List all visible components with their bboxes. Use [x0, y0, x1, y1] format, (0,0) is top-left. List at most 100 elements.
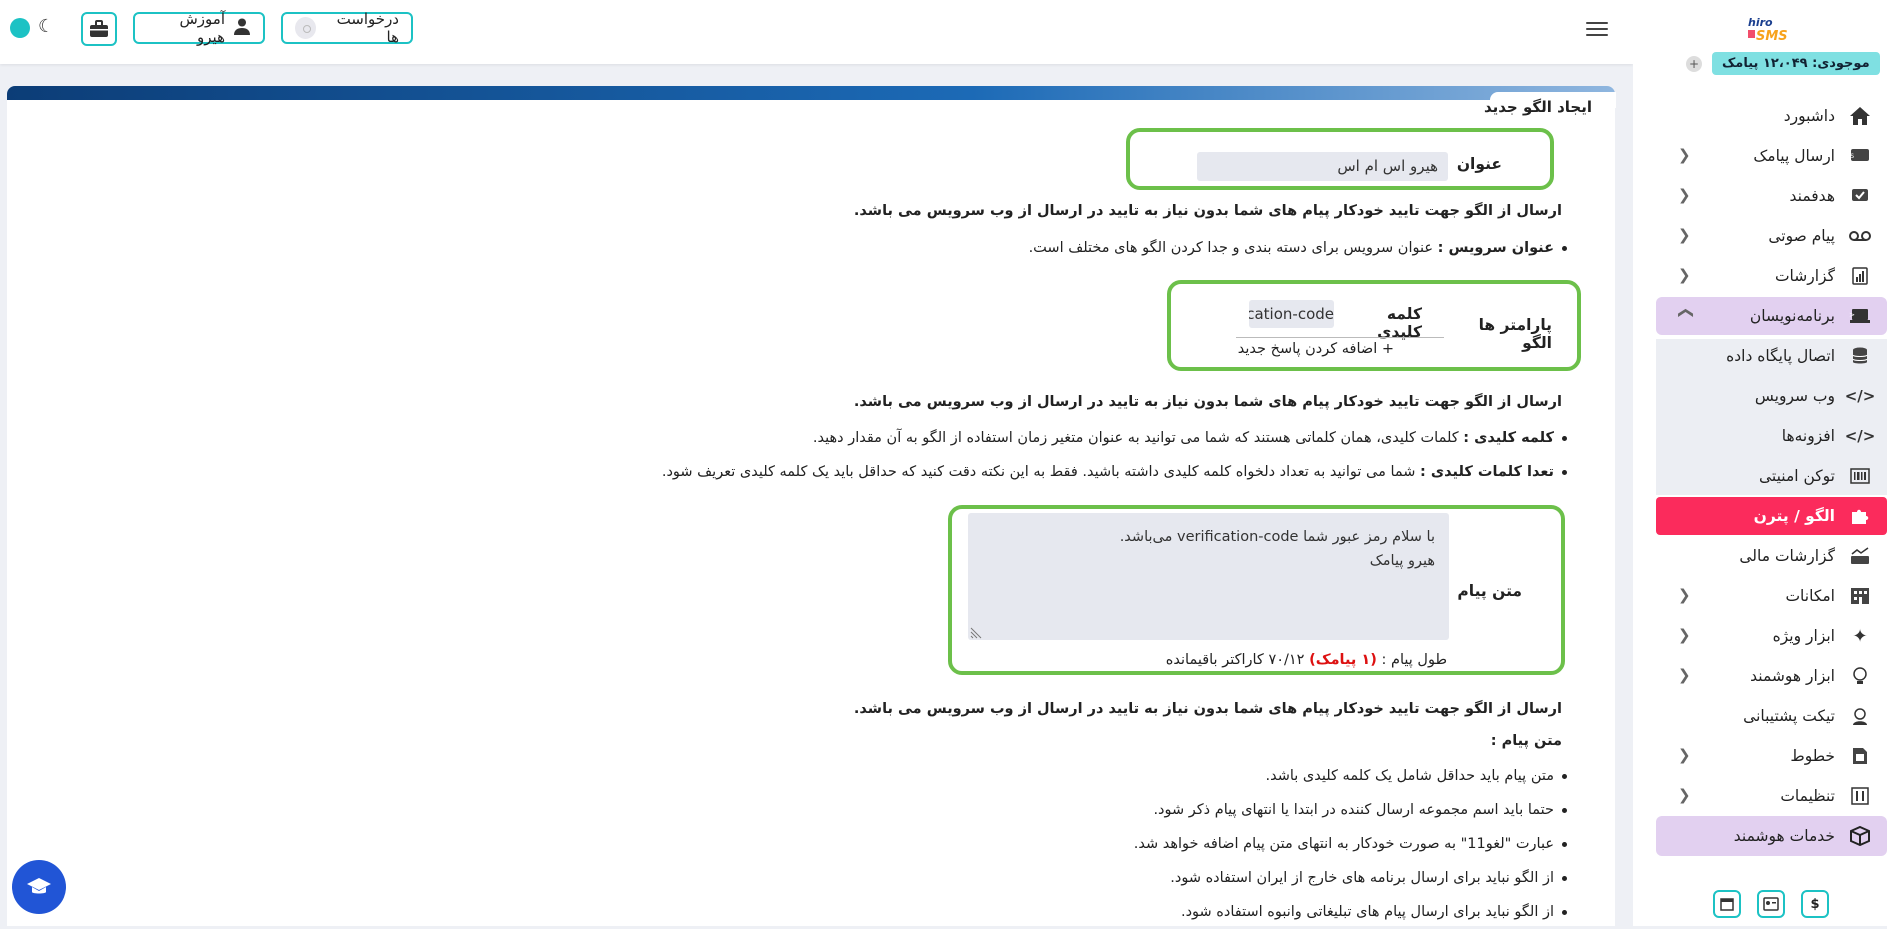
page-title: ایجاد الگو جدید: [1483, 98, 1592, 116]
theme-toggle[interactable]: ☾: [8, 15, 60, 41]
financial-chart-icon: [1847, 545, 1873, 567]
chevron-left-icon: ❮: [1678, 666, 1691, 684]
chevron-left-icon: ❮: [1678, 146, 1691, 164]
chevron-left-icon: ❮: [1678, 786, 1691, 804]
nav-label: داشبورد: [1783, 107, 1835, 125]
database-icon: [1847, 345, 1873, 367]
sim-card-icon: [1847, 745, 1873, 767]
service-title-list: عنوان سرویس : عنوان سرویس برای دسته بندی…: [800, 231, 1570, 265]
nav-voice-message[interactable]: پیام صوتی ❮: [1656, 218, 1887, 254]
nav-label: برنامه‌نویسان: [1749, 307, 1835, 325]
list-item: عبارت "لغو11" به صورت خودکار به انتهای م…: [900, 827, 1570, 861]
nav-financial-reports[interactable]: گزارشات مالی: [1656, 538, 1887, 574]
nav-targeted[interactable]: هدفمند ❮: [1656, 178, 1887, 214]
nav-support-ticket[interactable]: تیکت پشتیبانی: [1656, 698, 1887, 734]
nav-smart-services[interactable]: خدمات هوشمند: [1656, 816, 1887, 856]
sms-count: (۱ پیامک): [1309, 652, 1377, 668]
nav-reports[interactable]: گزارشات ❮: [1656, 258, 1887, 294]
briefcase-icon: [90, 20, 108, 37]
voicemail-icon: [1847, 225, 1873, 247]
info-note-3: ارسال از الگو جهت تایید خودکار پیام های …: [853, 701, 1562, 717]
nav-security-token[interactable]: توکن امنیتی: [1656, 458, 1887, 494]
chevron-down-icon: ❮: [1675, 306, 1694, 320]
puzzle-icon: [1847, 505, 1873, 527]
nav-features[interactable]: امکانات ❮: [1656, 578, 1887, 614]
lightbulb-icon: [1847, 665, 1873, 687]
chevron-left-icon: ❮: [1678, 586, 1691, 604]
keyword-value: verification-code: [1249, 305, 1334, 323]
info-note-1: ارسال از الگو جهت تایید خودکار پیام های …: [853, 203, 1562, 219]
nav-label: وب سرویس: [1754, 387, 1835, 405]
moon-icon: ☾: [38, 16, 55, 37]
params-label: پارامتر ها الگو: [1478, 316, 1552, 352]
keyword-input[interactable]: verification-code: [1249, 300, 1334, 328]
add-balance-icon[interactable]: +: [1686, 56, 1702, 72]
keyword-info-list: کلمه کلیدی : کلمات کلیدی، همان کلماتی هس…: [600, 421, 1570, 489]
balance-badge: موجودی: ۱۲،۰۴۹ پیامک: [1712, 52, 1880, 75]
nav-smart-tools[interactable]: ابزار هوشمند ❮: [1656, 658, 1887, 694]
list-item: از الگو نباید برای ارسال برنامه های خارج…: [900, 861, 1570, 895]
svg-text:SMS: SMS: [1850, 153, 1854, 160]
nav-pattern[interactable]: الگو / پترن: [1656, 497, 1887, 535]
rules-list: متن پیام باید حداقل شامل یک کلمه کلیدی ب…: [900, 759, 1570, 929]
info-note-2: ارسال از الگو جهت تایید خودکار پیام های …: [853, 394, 1562, 410]
contact-card-button[interactable]: [1757, 890, 1785, 918]
nav-web-service[interactable]: </> وب سرویس: [1656, 378, 1887, 414]
bullet-bold: کلمه کلیدی :: [1463, 430, 1554, 446]
nav-label: امکانات: [1785, 587, 1835, 605]
message-line-1: با سلام رمز عبور شما verification-code م…: [1119, 529, 1435, 545]
nav-send-sms[interactable]: SMS ارسال پیامک ❮: [1656, 138, 1887, 174]
nav-label: الگو / پترن: [1753, 507, 1835, 525]
menu-toggle-icon[interactable]: [1586, 18, 1608, 40]
bullet-text: شما می توانید به تعداد دلخواه کلمه کلیدی…: [661, 464, 1421, 480]
resize-handle-icon[interactable]: [970, 627, 982, 639]
chevron-left-icon: ❮: [1678, 746, 1691, 764]
bullet-text: کلمات کلیدی، همان کلماتی هستند که شما می…: [812, 430, 1464, 446]
list-item: متن پیام باید حداقل شامل یک کلمه کلیدی ب…: [900, 759, 1570, 793]
nav-label: گزارشات: [1774, 267, 1835, 285]
tutorial-label: آموزش هیرو: [179, 10, 225, 46]
nav-plugins[interactable]: </> افزونه‌ها: [1656, 418, 1887, 454]
bullet-bold: تعدا کلمات کلیدی :: [1420, 464, 1554, 480]
title-input[interactable]: هیرو اس ام اس: [1197, 152, 1448, 181]
nav-dashboard[interactable]: داشبورد: [1656, 98, 1887, 134]
tutorial-button[interactable]: آموزش هیرو: [133, 10, 265, 46]
nav-label: اتصال پایگاه داده: [1726, 347, 1835, 365]
keyword-label: کلمه کلیدی: [1377, 305, 1422, 341]
nav-label: توکن امنیتی: [1759, 467, 1835, 485]
theme-dot: [10, 18, 30, 38]
svg-text:hiro: hiro: [1748, 16, 1773, 29]
nav-label: خدمات هوشمند: [1733, 827, 1835, 845]
briefcase-button[interactable]: [81, 12, 117, 46]
add-response-link[interactable]: + اضافه کردن پاسخ جدید: [1200, 341, 1394, 357]
divider: [1236, 337, 1444, 338]
length-suffix: ۷۰/۱۲ کاراکتر باقیمانده: [1165, 652, 1310, 668]
nav-settings[interactable]: تنظیمات ❮: [1656, 778, 1887, 814]
user-icon: [233, 17, 251, 39]
svg-text:SMS: SMS: [1756, 29, 1788, 42]
code-laptop-icon: </>: [1847, 305, 1873, 327]
calendar-button[interactable]: [1713, 890, 1741, 918]
settings-icon: [1847, 785, 1873, 807]
nav-label: تنظیمات: [1780, 787, 1835, 805]
sparkle-icon: ✦: [1852, 625, 1868, 647]
nav-db-connection[interactable]: اتصال پایگاه داده: [1656, 338, 1887, 374]
nav-label: خطوط: [1790, 747, 1835, 765]
chevron-left-icon: ❮: [1678, 226, 1691, 244]
nav-developers[interactable]: </> برنامه‌نویسان ❮: [1656, 297, 1887, 335]
chevron-left-icon: ❮: [1678, 626, 1691, 644]
dollar-button[interactable]: $: [1801, 890, 1829, 918]
nav-label: ابزار ویژه: [1772, 627, 1835, 645]
nav-special-tools[interactable]: ✦ ابزار ویژه ❮: [1656, 618, 1887, 654]
help-fab[interactable]: [12, 860, 66, 914]
nav-lines[interactable]: خطوط ❮: [1656, 738, 1887, 774]
code-icon: </>: [1844, 427, 1876, 445]
length-prefix: طول پیام :: [1376, 652, 1448, 668]
rules-heading: متن پیام :: [1490, 733, 1562, 749]
message-label: متن پیام: [1457, 582, 1522, 600]
requests-button[interactable]: درخواست ها: [281, 10, 413, 46]
message-textarea[interactable]: با سلام رمز عبور شما verification-code م…: [968, 513, 1449, 640]
list-item: از الگو نباید برای ارسال پیام های تبلیغا…: [900, 895, 1570, 929]
hirosms-logo: hiro SMS: [1746, 14, 1796, 44]
chevron-left-icon: ❮: [1678, 186, 1691, 204]
